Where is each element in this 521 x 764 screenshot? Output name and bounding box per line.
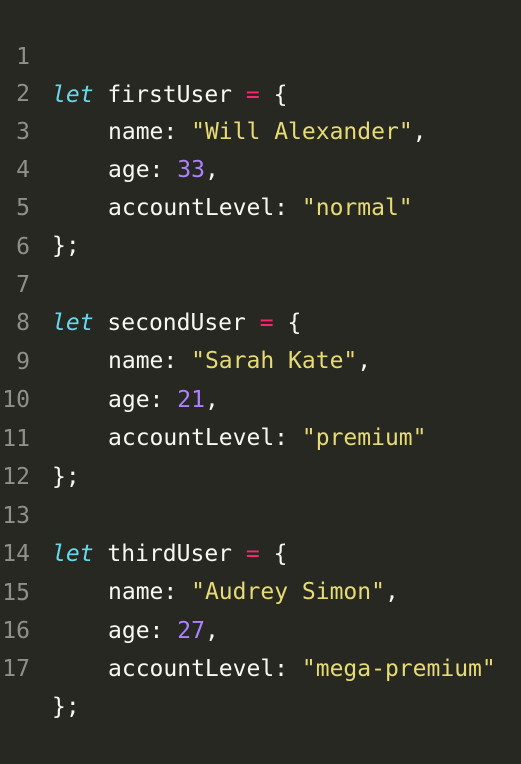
string-value: "Will Alexander" — [191, 119, 413, 145]
code-line[interactable]: 9 age: 21, — [0, 305, 219, 413]
property-key: age: — [108, 157, 164, 183]
code-content: let secondUser = { — [52, 304, 301, 342]
code-line[interactable]: 2 name: "Will Alexander", — [0, 37, 426, 145]
keyword: let — [52, 541, 94, 567]
variable-name: thirdUser — [107, 541, 233, 567]
string-value: "Sarah Kate" — [191, 348, 358, 374]
variable-name: firstUser — [107, 82, 233, 108]
operator: = — [245, 82, 260, 108]
string-value: "Audrey Simon" — [191, 579, 385, 605]
number-value: 27 — [177, 618, 205, 644]
code-line[interactable]: 8 name: "Sarah Kate", — [0, 266, 371, 374]
string-value: "mega-premium" — [301, 656, 496, 682]
code-line[interactable]: 4 accountLevel: "normal" — [0, 113, 413, 221]
number-value: 33 — [177, 157, 205, 183]
comma: , — [384, 579, 399, 605]
code-line[interactable]: 1 let firstUser = { — [0, 0, 287, 108]
code-line[interactable]: 12 — [0, 420, 55, 490]
property-key: name: — [108, 579, 178, 605]
property-key: accountLevel: — [108, 195, 289, 221]
code-line[interactable]: 10 accountLevel: "premium" — [0, 343, 426, 451]
code-line[interactable]: 17 }; — [0, 612, 79, 720]
code-line[interactable]: 13 let thirdUser = { — [0, 459, 287, 567]
closing-brace: }; — [52, 233, 80, 259]
line-number: 17 — [2, 656, 30, 682]
comma: , — [204, 618, 219, 644]
code-line[interactable]: 6 — [0, 190, 55, 260]
property-key: age: — [108, 387, 164, 413]
variable-name: secondUser — [107, 310, 246, 336]
brace: { — [273, 82, 288, 108]
code-content: }; — [52, 227, 80, 265]
brace: { — [273, 541, 288, 567]
code-content: name: "Will Alexander", — [52, 113, 427, 151]
string-value: "premium" — [301, 425, 427, 451]
code-content: }; — [52, 458, 80, 496]
code-line[interactable]: 5 }; — [0, 151, 80, 259]
code-editor[interactable]: 1 let firstUser = { 2 name: "Will Alexan… — [0, 0, 521, 720]
code-line[interactable]: 11 }; — [0, 382, 79, 490]
closing-brace: }; — [52, 464, 80, 490]
comma: , — [357, 348, 372, 374]
code-content: let firstUser = { — [52, 76, 287, 114]
code-content: }; — [52, 688, 80, 726]
code-content: age: 27, — [52, 612, 219, 650]
code-line[interactable]: 7 let secondUser = { — [0, 228, 301, 336]
property-key: accountLevel: — [108, 425, 289, 451]
property-key: accountLevel: — [108, 656, 289, 682]
code-line[interactable]: 14 name: "Audrey Simon", — [0, 497, 399, 605]
comma: , — [204, 157, 219, 183]
code-content: age: 33, — [52, 151, 219, 189]
code-content: name: "Audrey Simon", — [52, 573, 399, 611]
code-content: accountLevel: "mega-premium" — [52, 650, 496, 688]
closing-brace: }; — [52, 694, 80, 720]
operator: = — [245, 541, 260, 567]
code-line[interactable]: 16 accountLevel: "mega-premium" — [0, 574, 495, 682]
comma: , — [412, 119, 427, 145]
keyword: let — [52, 82, 94, 108]
code-content: name: "Sarah Kate", — [52, 342, 371, 380]
brace: { — [287, 310, 302, 336]
code-line[interactable]: 15 age: 27, — [0, 536, 219, 644]
code-line[interactable]: 3 age: 33, — [0, 75, 219, 183]
code-content: accountLevel: "normal" — [52, 189, 413, 227]
property-key: age: — [108, 618, 164, 644]
number-value: 21 — [177, 387, 205, 413]
keyword: let — [52, 310, 94, 336]
property-key: name: — [108, 348, 178, 374]
string-value: "normal" — [301, 195, 413, 221]
comma: , — [204, 387, 219, 413]
code-content: age: 21, — [52, 381, 219, 419]
operator: = — [259, 310, 274, 336]
code-content: let thirdUser = { — [52, 535, 287, 573]
property-key: name: — [108, 119, 178, 145]
code-content: accountLevel: "premium" — [52, 419, 427, 457]
